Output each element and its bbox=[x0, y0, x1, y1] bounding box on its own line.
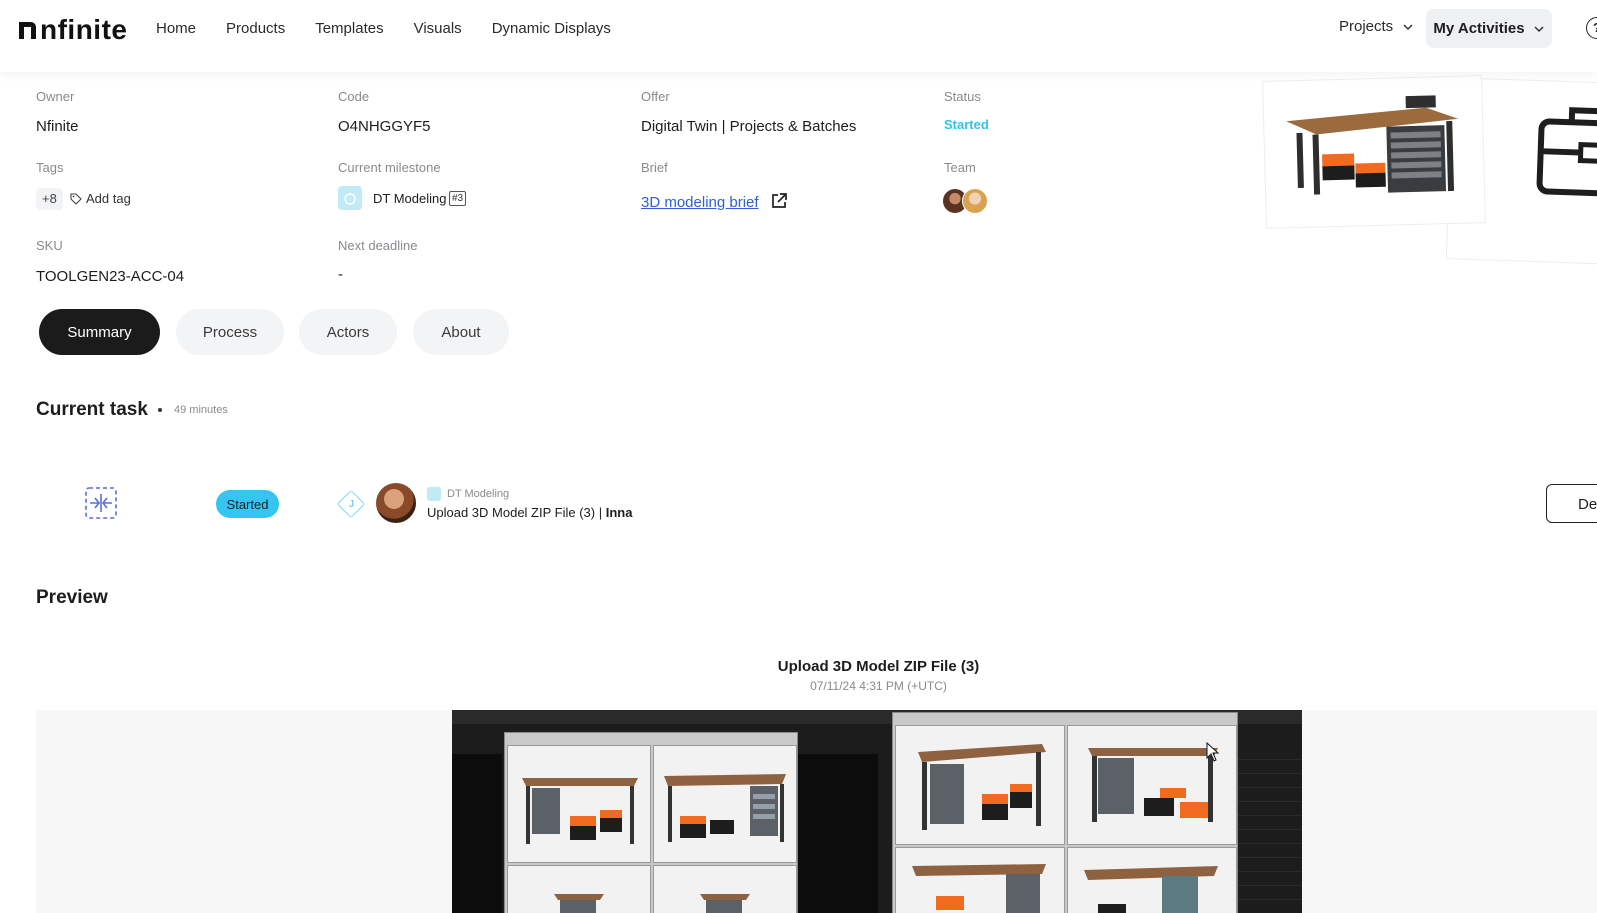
mouse-cursor-icon bbox=[1206, 742, 1220, 762]
external-link-icon[interactable] bbox=[770, 192, 788, 210]
offer-label: Offer bbox=[641, 89, 670, 104]
preview-file-title: Upload 3D Model ZIP File (3) bbox=[777, 658, 980, 675]
task-status-badge: Started bbox=[216, 490, 279, 518]
milestone-value: DT Modeling bbox=[373, 191, 447, 206]
tag-count-badge[interactable]: +8 bbox=[36, 188, 63, 210]
sku-label: SKU bbox=[36, 238, 63, 253]
logo-mark-icon bbox=[19, 22, 36, 39]
sku-value: TOOLGEN23-ACC-04 bbox=[36, 268, 185, 285]
preview-timestamp: 07/11/24 4:31 PM (+UTC) bbox=[810, 679, 947, 693]
add-tag-label: Add tag bbox=[86, 191, 131, 206]
milestone-icon bbox=[427, 487, 441, 501]
status-value: Started bbox=[944, 117, 989, 132]
deadline-label: Next deadline bbox=[338, 238, 418, 253]
owner-value: Nfinite bbox=[36, 118, 79, 135]
milestone-label: Current milestone bbox=[338, 160, 441, 175]
milestone-number: #3 bbox=[449, 191, 467, 206]
status-label: Status bbox=[944, 89, 981, 104]
viewport-window bbox=[504, 732, 798, 913]
details-button[interactable]: Det bbox=[1546, 484, 1597, 523]
task-assignee: Inna bbox=[605, 505, 633, 520]
tags-label: Tags bbox=[36, 160, 64, 175]
main-nav: Home Products Templates Visuals Dynamic … bbox=[156, 0, 641, 56]
workbench-render bbox=[664, 774, 786, 842]
viewport-window bbox=[892, 712, 1238, 913]
chevron-down-icon bbox=[1534, 25, 1544, 32]
task-title[interactable]: Upload 3D Model ZIP File (3) | Inna bbox=[427, 505, 632, 520]
workbench-image bbox=[1286, 95, 1459, 195]
projects-label: Projects bbox=[1339, 18, 1394, 35]
code-value: O4NHGGYF5 bbox=[338, 118, 431, 135]
nav-home[interactable]: Home bbox=[156, 20, 196, 37]
milestone-icon bbox=[338, 186, 362, 210]
workbench-render bbox=[918, 744, 1046, 830]
nav-templates[interactable]: Templates bbox=[315, 20, 383, 37]
briefcase-icon bbox=[1536, 107, 1597, 198]
nav-visuals[interactable]: Visuals bbox=[414, 20, 462, 37]
my-activities-label: My Activities bbox=[1433, 20, 1525, 37]
task-duration: 49 minutes bbox=[174, 404, 228, 416]
task-milestone: DT Modeling bbox=[447, 488, 510, 500]
offer-value: Digital Twin | Projects & Batches bbox=[641, 118, 857, 135]
avatar[interactable] bbox=[376, 483, 416, 523]
tag-icon bbox=[70, 192, 82, 205]
task-title-text: Upload 3D Model ZIP File (3) | bbox=[427, 505, 606, 520]
chevron-down-icon bbox=[1403, 23, 1413, 30]
brief-link[interactable]: 3D modeling brief bbox=[641, 194, 759, 211]
preview-heading: Preview bbox=[36, 587, 108, 608]
separator-dot bbox=[158, 408, 162, 412]
brand-logo[interactable]: nfinite bbox=[16, 14, 128, 46]
current-task-heading: Current task bbox=[36, 399, 148, 420]
tab-about[interactable]: About bbox=[413, 309, 509, 355]
nav-products[interactable]: Products bbox=[226, 20, 285, 37]
brand-name: nfinite bbox=[40, 14, 128, 45]
team-avatars[interactable] bbox=[942, 188, 988, 214]
my-activities-dropdown[interactable]: My Activities bbox=[1426, 9, 1552, 48]
help-icon[interactable]: ? bbox=[1586, 17, 1597, 39]
add-tag-button[interactable]: Add tag bbox=[70, 191, 131, 206]
avatar[interactable] bbox=[962, 188, 988, 214]
product-thumbnail-card[interactable] bbox=[1262, 75, 1486, 229]
code-label: Code bbox=[338, 89, 370, 104]
upload-task-icon bbox=[85, 487, 117, 519]
nav-dynamic-displays[interactable]: Dynamic Displays bbox=[492, 20, 611, 37]
tab-summary[interactable]: Summary bbox=[39, 309, 160, 355]
projects-dropdown[interactable]: Projects bbox=[1339, 18, 1414, 35]
preview-image[interactable] bbox=[452, 710, 1302, 913]
tab-actors[interactable]: Actors bbox=[299, 309, 397, 355]
workbench-render bbox=[522, 778, 638, 844]
deadline-value: - bbox=[338, 266, 343, 283]
owner-label: Owner bbox=[36, 89, 75, 104]
top-navigation-bar: nfinite Home Products Templates Visuals … bbox=[0, 0, 1597, 72]
brief-label: Brief bbox=[641, 160, 668, 175]
team-label: Team bbox=[944, 160, 976, 175]
tab-process[interactable]: Process bbox=[176, 309, 284, 355]
assignee-initial: J bbox=[349, 499, 354, 510]
